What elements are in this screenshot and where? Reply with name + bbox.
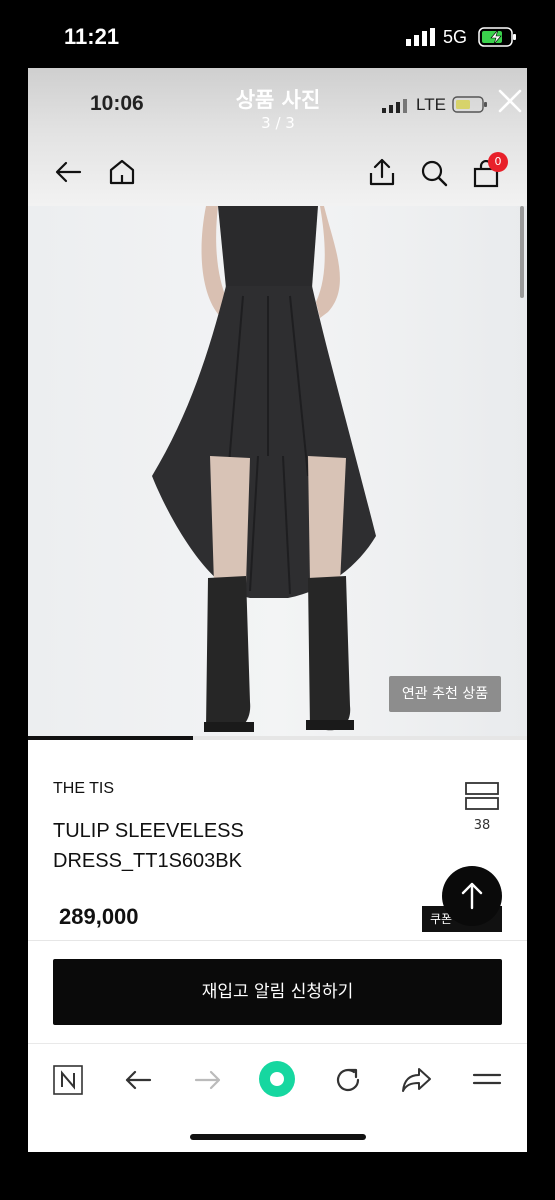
outer-status-bar: 11:21 5G — [0, 0, 555, 68]
refresh-icon[interactable] — [333, 1065, 363, 1099]
scroll-to-top-button[interactable] — [442, 866, 502, 926]
dress-model-illustration — [152, 206, 376, 732]
viewer-title: 상품 사진 — [235, 88, 321, 112]
cart-badge: 0 — [488, 152, 508, 172]
page-indicator: 3 / 3 — [261, 114, 295, 132]
gallery-progress — [28, 736, 527, 740]
network-type: 5G — [443, 27, 468, 47]
browser-share-icon[interactable] — [401, 1066, 433, 1098]
divider — [28, 940, 527, 941]
wishlist-count: 38 — [473, 818, 491, 833]
close-icon[interactable] — [497, 88, 523, 118]
menu-icon[interactable] — [472, 1069, 502, 1093]
green-circle-icon[interactable] — [257, 1059, 297, 1103]
outer-clock: 11:21 — [64, 24, 120, 49]
browser-back-icon[interactable] — [124, 1068, 152, 1096]
search-icon[interactable] — [420, 159, 448, 191]
browser-forward-icon[interactable] — [194, 1068, 222, 1096]
gallery-progress-fill — [28, 736, 193, 740]
share-icon[interactable] — [368, 157, 396, 191]
home-icon[interactable] — [108, 158, 136, 190]
restock-alert-button[interactable]: 재입고 알림 신청하기 — [53, 959, 502, 1025]
naver-n-icon[interactable] — [53, 1065, 83, 1099]
inner-network-type: LTE — [416, 95, 446, 114]
related-products-button[interactable]: 연관 추천 상품 — [389, 676, 501, 712]
inner-battery-icon — [452, 96, 488, 118]
inner-signal-icon — [382, 98, 408, 117]
arrow-up-icon — [461, 882, 483, 910]
back-arrow-icon[interactable] — [54, 160, 82, 188]
scrollbar[interactable] — [520, 206, 524, 298]
wishlist-icon[interactable] — [465, 782, 499, 814]
app-header: 10:06 상품 사진 3 / 3 LTE 0 — [28, 68, 527, 206]
battery-charging-icon — [478, 27, 518, 51]
screen: 10:06 상품 사진 3 / 3 LTE 0 연관 추천 상품 THE TIS… — [28, 68, 527, 1152]
product-name: TULIP SLEEVELESS DRESS_TT1S603BK — [53, 820, 244, 872]
home-indicator — [190, 1134, 366, 1140]
cellular-signal-icon — [406, 28, 436, 50]
inner-clock: 10:06 — [90, 92, 144, 115]
product-brand[interactable]: THE TIS — [53, 780, 114, 798]
product-photo[interactable] — [28, 206, 527, 738]
product-price: 289,000 — [59, 904, 139, 929]
